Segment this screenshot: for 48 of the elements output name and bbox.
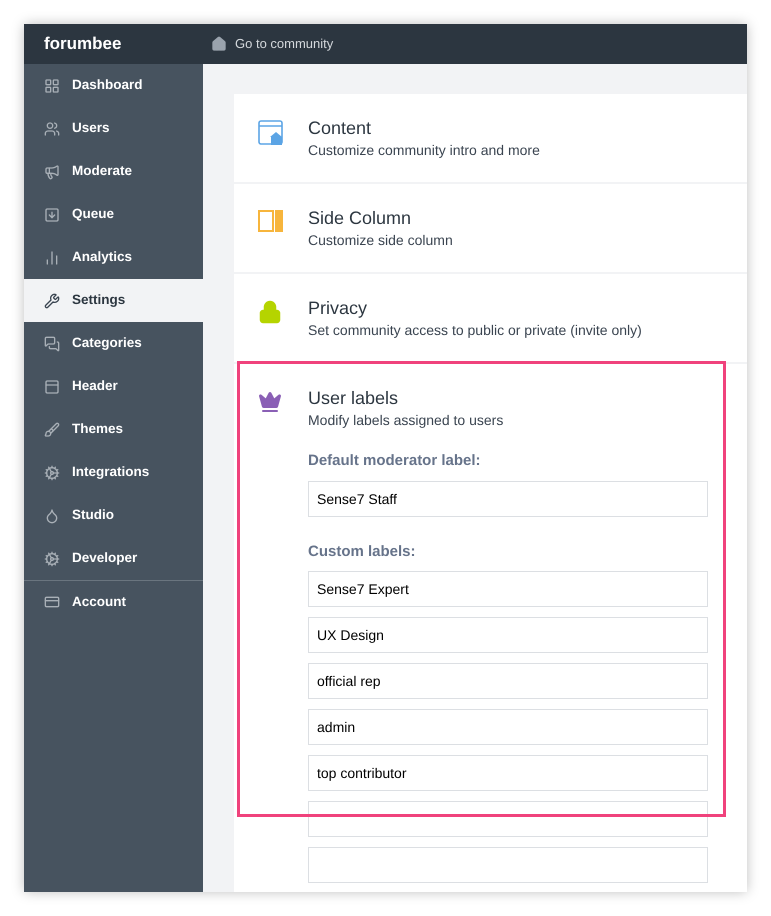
side-column-icon (258, 210, 283, 232)
sidebar-item[interactable]: Studio (24, 494, 203, 537)
brush-icon (44, 422, 60, 438)
sidebar-item[interactable]: Moderate (24, 150, 203, 193)
community-link[interactable]: Go to community (235, 34, 334, 54)
sidebar-item[interactable]: Settings (24, 279, 203, 322)
download-icon (44, 206, 60, 222)
text-field[interactable] (308, 847, 708, 883)
wrench-icon (44, 292, 60, 308)
card-subtitle: Customize community intro and more (308, 141, 540, 160)
bar-chart-icon (44, 250, 60, 266)
sidebar-item[interactable]: Users (24, 107, 203, 150)
brand-logo[interactable]: forumbee (44, 34, 122, 53)
text-field[interactable]: Sense7 Expert (308, 571, 708, 607)
sidebar-item[interactable]: Header (24, 365, 203, 408)
card-subtitle: Set community access to public or private (invite only) (308, 321, 642, 340)
padlock-icon (258, 300, 282, 324)
sidebar-item[interactable]: Analytics (24, 236, 203, 279)
text-field[interactable]: admin (308, 709, 708, 745)
megaphone-icon (44, 164, 60, 180)
text-field[interactable]: Sense7 Staff (308, 480, 708, 516)
grid-icon (44, 78, 60, 94)
users-icon (44, 120, 60, 136)
card-subtitle: Customize side column (308, 231, 453, 250)
card-icon (44, 594, 60, 610)
text-field[interactable]: UX Design (308, 617, 708, 653)
droplet-icon (44, 508, 60, 524)
window-icon (44, 378, 60, 394)
text-field[interactable] (308, 801, 708, 837)
crown-icon (258, 390, 282, 414)
home-icon (211, 36, 227, 52)
sidebar-item[interactable]: Integrations (24, 451, 203, 494)
text-field[interactable]: official rep (308, 663, 708, 699)
field-label: Custom labels: (308, 542, 417, 562)
sidebar-item[interactable]: Categories (24, 322, 203, 365)
chat-bubbles-icon (44, 336, 60, 352)
sidebar-item[interactable]: Dashboard (24, 64, 203, 107)
sidebar-item[interactable]: Queue (24, 193, 203, 236)
card-title[interactable]: Privacy (308, 296, 642, 320)
field-label: Default moderator label: (308, 451, 482, 471)
sidebar-item[interactable]: Developer (24, 537, 203, 580)
card-title[interactable]: User labels (308, 386, 708, 410)
card-title[interactable]: Content (308, 116, 540, 140)
card-subtitle: Modify labels assigned to users (308, 411, 504, 430)
browser-home-icon (258, 120, 284, 146)
card-title[interactable]: Side Column (308, 206, 453, 230)
text-field[interactable]: top contributor (308, 755, 708, 791)
sidebar-item[interactable]: Themes (24, 408, 203, 451)
